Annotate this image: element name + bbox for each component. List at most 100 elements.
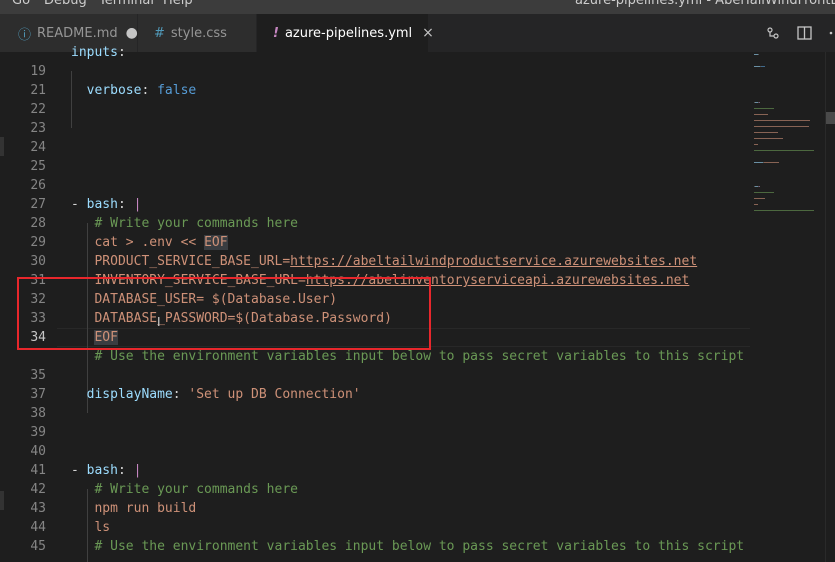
code-line[interactable]: 43 npm run build (0, 499, 750, 518)
more-actions-icon[interactable] (827, 26, 835, 40)
minimap-stroke (761, 66, 765, 67)
code-token: https://abeltailwindproductservice.azure… (290, 254, 698, 269)
line-code: cat > .env << EOF (71, 233, 228, 252)
line-code: verbose: false (71, 81, 197, 100)
line-code: npm run build (71, 499, 196, 518)
minimap-stroke (754, 114, 766, 115)
exclamation-icon: ! (273, 25, 279, 41)
menu-debug[interactable]: Debug (44, 0, 87, 8)
code-token: : (117, 197, 134, 212)
minimap-stroke (754, 192, 774, 193)
line-number: 42 (30, 482, 46, 497)
line-number: 22 (30, 102, 46, 117)
code-token: : (117, 45, 126, 60)
line-code: # Use the environment variables input be… (71, 537, 744, 556)
line-number: 35 (30, 368, 46, 383)
code-line[interactable]: 29 cat > .env << EOF (0, 233, 750, 252)
minimap-stroke (754, 198, 765, 199)
minimap-stroke (754, 120, 774, 121)
line-number: 25 (30, 159, 46, 174)
code-line[interactable]: 25 (0, 157, 750, 176)
vertical-scrollbar[interactable] (825, 52, 835, 562)
code-token: : (172, 387, 189, 402)
minimap-stroke (774, 120, 810, 121)
code-line[interactable]: 38 (0, 404, 750, 423)
line-number: 38 (30, 406, 46, 421)
minimap-stroke (754, 162, 763, 163)
code-token: PRODUCT_SERVICE_BASE_URL= (71, 254, 291, 269)
line-number: 39 (30, 425, 46, 440)
line-code: displayName: 'Set up DB Connection' (71, 385, 361, 404)
code-line[interactable]: 27 - bash: | (0, 195, 750, 214)
code-line[interactable]: 30 PRODUCT_SERVICE_BASE_URL=https://abel… (0, 252, 750, 271)
code-token: verbose (71, 83, 142, 98)
code-token: # Write your commands here (71, 482, 298, 497)
code-token: - (71, 463, 87, 478)
line-number: 28 (30, 216, 46, 231)
minimap-stroke (759, 186, 760, 187)
minimap-stroke (754, 132, 778, 133)
code-line[interactable]: 35 (0, 366, 750, 385)
code-token: bash (86, 463, 118, 478)
line-number: 45 (30, 539, 46, 554)
line-number: 30 (30, 254, 46, 269)
code-token: inputs (71, 45, 118, 60)
hash-icon: # (154, 25, 165, 41)
code-token: npm run build (71, 501, 197, 516)
scrollbar-thumb[interactable] (826, 112, 835, 124)
code-line[interactable]: 26 (0, 176, 750, 195)
line-number: 29 (30, 235, 46, 250)
code-line[interactable]: 21 verbose: false (0, 81, 750, 100)
code-line[interactable]: 28 # Write your commands here (0, 214, 750, 233)
tab-label: style.css (170, 25, 227, 41)
code-line[interactable]: 40 (0, 442, 750, 461)
line-code: inputs: (71, 43, 126, 62)
minimap-stroke (766, 114, 768, 115)
info-icon: ⓘ (18, 27, 32, 43)
menu-terminal[interactable]: Terminal (99, 0, 154, 8)
minimap-stroke (754, 138, 783, 139)
code-line[interactable]: 45 # Use the environment variables input… (0, 537, 750, 556)
minimap-stroke (764, 162, 779, 163)
code-line[interactable]: 42 # Write your commands here (0, 480, 750, 499)
unsaved-dot-icon[interactable]: ● (126, 25, 138, 41)
minimap-stroke (754, 150, 814, 151)
minimap[interactable] (750, 52, 825, 562)
code-line[interactable]: 39 (0, 423, 750, 442)
minimap-stroke (754, 210, 814, 211)
line-number: 41 (30, 463, 46, 478)
menu-help[interactable]: Help (163, 0, 193, 8)
minimap-stroke (758, 54, 759, 55)
line-number: 24 (30, 140, 46, 155)
split-editor-icon[interactable] (797, 26, 812, 40)
code-token: cat > .env << (71, 235, 205, 250)
code-token: | (133, 463, 142, 478)
code-token: - (71, 197, 87, 212)
code-line[interactable]: 41 - bash: | (0, 461, 750, 480)
open-changes-icon[interactable] (766, 26, 780, 40)
code-line[interactable]: 22 (0, 100, 750, 119)
menu-go[interactable]: Go (12, 0, 30, 8)
line-code: - bash: | (71, 195, 141, 214)
minimap-stroke (775, 126, 809, 127)
code-token: bash (86, 197, 118, 212)
code-token: EOF (204, 235, 228, 250)
close-icon[interactable]: × (422, 25, 434, 41)
code-token: # Write your commands here (71, 216, 298, 231)
code-line[interactable]: 37 displayName: 'Set up DB Connection' (0, 385, 750, 404)
code-token: displayName (71, 387, 173, 402)
tab-label: README.md (37, 25, 118, 41)
text-cursor-icon: I (157, 315, 161, 329)
minimap-stroke (754, 126, 775, 127)
code-line[interactable]: 23 (0, 119, 750, 138)
code-line[interactable]: 24 (0, 138, 750, 157)
code-line[interactable]: 44 ls (0, 518, 750, 537)
code-token: # Use the environment variables input be… (71, 539, 745, 554)
line-number: 21 (30, 83, 46, 98)
line-code: PRODUCT_SERVICE_BASE_URL=https://abeltai… (71, 252, 697, 271)
tab-label: azure-pipelines.yml (284, 25, 413, 41)
line-number: 27 (30, 197, 46, 212)
code-line[interactable]: 19 (0, 62, 750, 81)
code-line[interactable]: inputs: (0, 43, 750, 62)
line-number: 23 (30, 121, 46, 136)
